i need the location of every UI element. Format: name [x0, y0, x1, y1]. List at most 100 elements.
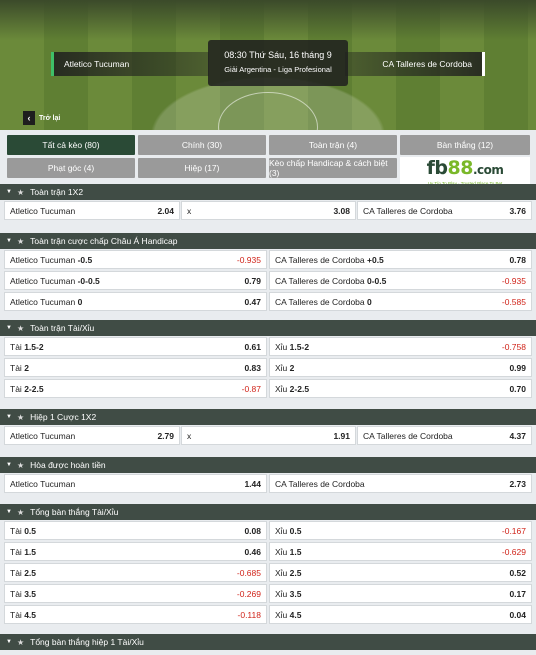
star-icon[interactable]: ★	[17, 508, 24, 517]
selection-name: Xỉu	[275, 546, 288, 557]
selection-line: 0.5	[289, 525, 302, 536]
odds-value: -0.629	[501, 546, 526, 557]
tab-halves[interactable]: Hiệp (17)	[138, 158, 266, 178]
odds-cell[interactable]: CA Talleres de Cordoba 0-0.5 -0.935	[269, 271, 532, 290]
selection-name: Tài	[10, 362, 22, 373]
selection-line: 2-2.5	[24, 383, 44, 394]
odds-cell[interactable]: CA Talleres de Cordoba 4.37	[357, 426, 532, 445]
odds-cell[interactable]: CA Talleres de Cordoba 3.76	[357, 201, 532, 220]
tab-goals[interactable]: Bàn thắng (12)	[400, 135, 530, 155]
tab-full-match[interactable]: Toàn trận (4)	[269, 135, 397, 155]
odds-value: 0.52	[509, 567, 526, 578]
selection-name: Tài	[10, 525, 22, 536]
odds-cell[interactable]: Xỉu 4.5 0.04	[269, 605, 532, 624]
odds-cell[interactable]: Xỉu 3.5 0.17	[269, 584, 532, 603]
odds-cell[interactable]: Tài 1.5-2 0.61	[4, 337, 267, 356]
odds-row: Tài 4.5 -0.118 Xỉu 4.5 0.04	[0, 605, 536, 625]
odds-value: 4.37	[509, 430, 526, 441]
tab-all[interactable]: Tất cả kèo (80)	[7, 135, 135, 155]
market-title: Toàn trận cược chấp Châu Á Handicap	[30, 236, 178, 246]
odds-value: 0.78	[509, 254, 526, 265]
odds-cell[interactable]: Tài 0.5 0.08	[4, 521, 267, 540]
selection-line: -0-0.5	[77, 275, 100, 286]
tab-handicap[interactable]: Kèo chấp Handicap & cách biệt (3)	[269, 158, 397, 178]
odds-cell[interactable]: Tài 2.5 -0.685	[4, 563, 267, 582]
back-button[interactable]: ‹ Trở lại	[23, 111, 63, 125]
selection-line: 0	[77, 296, 83, 307]
selection-name: Atletico Tucuman	[10, 205, 76, 216]
selection-label: x	[187, 206, 191, 216]
selection-name: Xỉu	[275, 567, 288, 578]
caret-down-icon: ▼	[6, 238, 12, 244]
odds-row: Atletico Tucuman -0-0.5 0.79 CA Talleres d…	[0, 271, 536, 291]
tab-corners[interactable]: Phạt góc (4)	[7, 158, 135, 178]
market-section: ▼ ★ Hòa được hoàn tiền Atletico Tucuman 1.44…	[0, 457, 536, 494]
selection-name: Tài	[10, 588, 22, 599]
odds-cell[interactable]: Xỉu 1.5-2 -0.758	[269, 337, 532, 356]
odds-value: 0.70	[509, 383, 526, 394]
market-header[interactable]: ▼ ★ Tổng bàn thắng Tài/Xỉu	[0, 504, 536, 520]
home-team-bar: Atletico Tucuman	[51, 52, 209, 76]
odds-value: 0.79	[244, 275, 261, 286]
odds-cell[interactable]: x 3.08	[181, 201, 356, 220]
odds-cell[interactable]: Atletico Tucuman -0.5 -0.935	[4, 250, 267, 269]
odds-cell[interactable]: Atletico Tucuman 2.79	[4, 426, 180, 445]
selection-line: 1.5	[24, 546, 37, 557]
odds-value: -0.685	[236, 567, 261, 578]
odds-cell[interactable]: Tài 4.5 -0.118	[4, 605, 267, 624]
star-icon[interactable]: ★	[17, 237, 24, 246]
selection-name: CA Talleres de Cordoba	[363, 430, 453, 441]
odds-cell[interactable]: Xỉu 1.5 -0.629	[269, 542, 532, 561]
selection-name: Atletico Tucuman	[10, 478, 76, 489]
market-header[interactable]: ▼ ★ Toàn trận Tài/Xỉu	[0, 320, 536, 336]
odds-cell[interactable]: Atletico Tucuman 1.44	[4, 474, 267, 493]
market-header[interactable]: ▼ ★ Toàn trận 1X2	[0, 184, 536, 200]
odds-row: Atletico Tucuman 0 0.47 CA Talleres de Cor…	[0, 292, 536, 312]
odds-value: -0.935	[236, 254, 261, 265]
selection-line: +0.5	[367, 254, 384, 265]
selection-line: 4.5	[289, 609, 302, 620]
selection-label: CA Talleres de Cordoba	[363, 206, 453, 216]
odds-cell[interactable]: CA Talleres de Cordoba +0.5 0.78	[269, 250, 532, 269]
odds-cell[interactable]: Xỉu 2.5 0.52	[269, 563, 532, 582]
selection-name: Tài	[10, 383, 22, 394]
market-header[interactable]: ▼ ★ Hiệp 1 Cược 1X2	[0, 409, 536, 425]
odds-value: 0.99	[509, 362, 526, 373]
market-header[interactable]: ▼ ★ Toàn trận cược chấp Châu Á Handicap	[0, 233, 536, 249]
odds-cell[interactable]: Atletico Tucuman -0-0.5 0.79	[4, 271, 267, 290]
tab-label: Bàn thắng (12)	[436, 140, 494, 150]
odds-cell[interactable]: Xỉu 2 0.99	[269, 358, 532, 377]
odds-cell[interactable]: Xỉu 0.5 -0.167	[269, 521, 532, 540]
odds-cell[interactable]: Tài 2 0.83	[4, 358, 267, 377]
selection-name: Atletico Tucuman	[10, 275, 76, 286]
fb88-ad-banner[interactable]: fb88.com Uy Tín To Play · Trusted Place …	[400, 157, 530, 187]
odds-cell[interactable]: Tài 3.5 -0.269	[4, 584, 267, 603]
odds-cell[interactable]: Xỉu 2-2.5 0.70	[269, 379, 532, 398]
star-icon[interactable]: ★	[17, 188, 24, 197]
star-icon[interactable]: ★	[17, 413, 24, 422]
odds-cell[interactable]: x 1.91	[181, 426, 356, 445]
odds-cell[interactable]: CA Talleres de Cordoba 2.73	[269, 474, 532, 493]
selection-label: CA Talleres de Cordoba 0-0.5	[275, 276, 386, 286]
tab-main[interactable]: Chính (30)	[138, 135, 266, 155]
selection-label: Tài 4.5	[10, 610, 36, 620]
selection-name: Xỉu	[275, 341, 288, 352]
odds-cell[interactable]: Atletico Tucuman 2.04	[4, 201, 180, 220]
odds-cell[interactable]: Atletico Tucuman 0 0.47	[4, 292, 267, 311]
odds-cell[interactable]: Tài 1.5 0.46	[4, 542, 267, 561]
market-title: Tổng bàn thắng Tài/Xỉu	[30, 507, 119, 517]
star-icon[interactable]: ★	[17, 638, 24, 647]
market-header[interactable]: ▼ ★ Hòa được hoàn tiền	[0, 457, 536, 473]
odds-cell[interactable]: Tài 2-2.5 -0.87	[4, 379, 267, 398]
market-section: ▼ ★ Toàn trận 1X2 Atletico Tucuman 2.04 x 3.08…	[0, 184, 536, 221]
market-header[interactable]: ▼ ★ Tổng bàn thắng hiệp 1 Tài/Xỉu	[0, 634, 536, 650]
selection-label: Xỉu 1.5-2	[275, 342, 309, 352]
star-icon[interactable]: ★	[17, 461, 24, 470]
match-banner: Atletico Tucuman 08:30 Thứ Sáu, 16 tháng…	[0, 0, 536, 130]
odds-cell[interactable]: CA Talleres de Cordoba 0 -0.585	[269, 292, 532, 311]
selection-line: 2	[289, 362, 295, 373]
odds-value: 0.08	[244, 525, 261, 536]
caret-down-icon: ▼	[6, 509, 12, 515]
selection-label: CA Talleres de Cordoba 0	[275, 297, 372, 307]
star-icon[interactable]: ★	[17, 324, 24, 333]
